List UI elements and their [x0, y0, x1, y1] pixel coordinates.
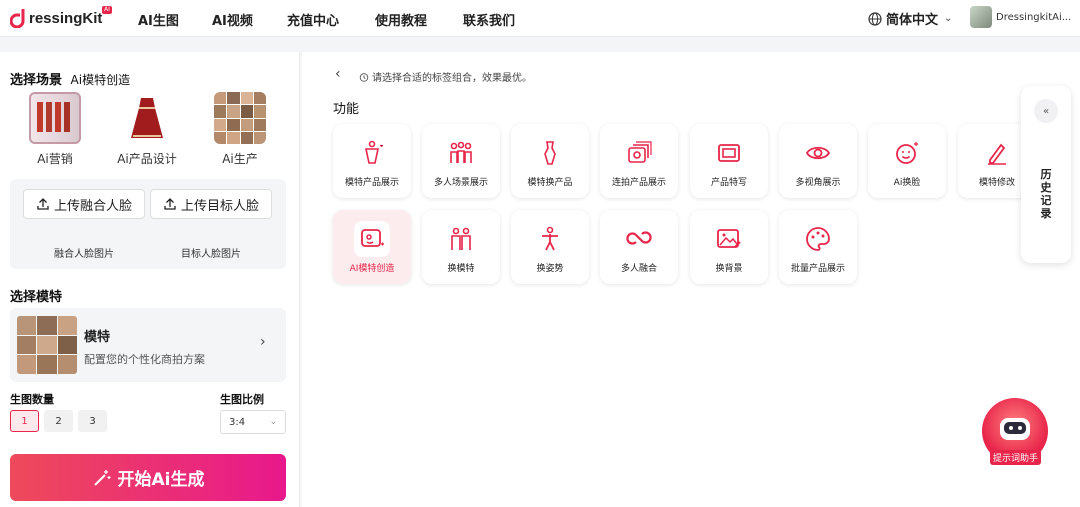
count-option-1[interactable]: 1 — [10, 410, 39, 432]
count-option-3[interactable]: 3 — [78, 410, 107, 432]
model-thumbnail — [17, 316, 77, 374]
upload-icon — [37, 198, 49, 210]
chevron-down-icon: ⌄ — [944, 13, 953, 24]
camera-stack-icon — [621, 135, 657, 171]
count-title: 生图数量 — [10, 393, 54, 406]
smiley-sparkle-icon — [889, 135, 925, 171]
scene-label: Ai营销 — [37, 152, 73, 166]
avatar — [970, 6, 992, 28]
start-generate-button[interactable]: 开始Ai生成 — [10, 454, 286, 501]
pencil-icon — [979, 135, 1015, 171]
collapse-icon[interactable]: « — [1034, 99, 1058, 123]
scene-ai-production[interactable]: Ai生产 — [210, 92, 270, 167]
card-product-closeup[interactable]: 产品特写 — [690, 124, 768, 198]
dress-form-icon — [532, 135, 568, 171]
group-icon — [443, 135, 479, 171]
card-swap-model[interactable]: 换模特 — [422, 210, 500, 284]
model-stand-icon — [354, 135, 390, 171]
scene-title: 选择场景 Ai模特创造 — [10, 73, 131, 88]
model-selector-card[interactable]: 模特 配置您的个性化商拍方案 › — [10, 308, 286, 382]
scene-marketing-image — [29, 92, 81, 144]
globe-icon — [868, 11, 882, 26]
chevron-right-icon: › — [260, 334, 266, 350]
card-multi-view-show[interactable]: 多视角展示 — [779, 124, 857, 198]
logo-icon — [9, 8, 28, 29]
card-multi-person-scene[interactable]: 多人场景展示 — [422, 124, 500, 198]
language-selector[interactable]: 简体中文 ⌄ — [868, 9, 952, 28]
card-swap-background[interactable]: 换背景 — [690, 210, 768, 284]
upload-face-box: 上传融合人脸 上传目标人脸 融合人脸图片 目标人脸图片 — [10, 179, 286, 269]
card-ai-model-create[interactable]: AI模特创造 — [333, 210, 411, 284]
hint-text: 请选择合适的标签组合，效果最优。 — [359, 69, 532, 84]
dress-image — [121, 92, 173, 144]
language-label: 简体中文 — [886, 13, 939, 28]
nav-contact[interactable]: 联系我们 — [463, 10, 515, 29]
ratio-select[interactable]: 3:4 ⌄ — [220, 410, 286, 434]
scene-ai-marketing[interactable]: Ai营销 — [25, 92, 85, 167]
model-title: 选择模特 — [10, 290, 63, 305]
target-face-label: 目标人脸图片 — [181, 249, 241, 260]
nav-ai-image[interactable]: AI生图 — [138, 10, 179, 29]
id-card-icon — [354, 221, 390, 257]
card-swap-pose[interactable]: 换姿势 — [511, 210, 589, 284]
model-name: 模特 — [84, 330, 111, 345]
upload-fusion-face-button[interactable]: 上传融合人脸 — [23, 189, 145, 219]
frame-icon — [711, 135, 747, 171]
logo[interactable]: ressingKit AI — [9, 6, 112, 30]
pose-icon — [532, 221, 568, 257]
card-batch-product-show[interactable]: 批量产品展示 — [779, 210, 857, 284]
alarm-icon — [359, 72, 369, 82]
card-ai-face-swap[interactable]: Ai换脸 — [868, 124, 946, 198]
nav-ai-video[interactable]: AI视频 — [212, 10, 253, 29]
count-option-2[interactable]: 2 — [44, 410, 73, 432]
user-menu[interactable]: DressingkitAi... — [970, 6, 1071, 28]
history-panel[interactable]: « 历史记录 — [1021, 86, 1071, 263]
card-model-swap-product[interactable]: 模特换产品 — [511, 124, 589, 198]
scene-ai-product-design[interactable]: Ai产品设计 — [117, 92, 177, 167]
back-arrow-icon[interactable]: ‹ — [335, 66, 341, 82]
chevron-down-icon: ⌄ — [269, 417, 277, 427]
link-icon — [621, 221, 657, 257]
model-description: 配置您的个性化商拍方案 — [84, 353, 205, 366]
palette-icon — [800, 221, 836, 257]
two-people-icon — [443, 221, 479, 257]
card-burst-product-show[interactable]: 连拍产品展示 — [600, 124, 678, 198]
scene-label: Ai产品设计 — [117, 152, 177, 166]
logo-badge: AI — [102, 6, 112, 14]
faces-grid-image — [214, 92, 266, 144]
top-bar: ressingKit AI AI生图 AI视频 充值中心 使用教程 联系我们 简… — [0, 0, 1080, 37]
card-multi-person-fusion[interactable]: 多人融合 — [600, 210, 678, 284]
ratio-title: 生图比例 — [220, 393, 264, 406]
scene-label: Ai生产 — [222, 152, 258, 166]
upload-target-face-button[interactable]: 上传目标人脸 — [150, 189, 272, 219]
scene-subtitle: Ai模特创造 — [70, 73, 131, 87]
function-title: 功能 — [333, 102, 360, 117]
card-model-product-show[interactable]: 模特产品展示 — [333, 124, 411, 198]
nav-tutorial[interactable]: 使用教程 — [375, 10, 427, 29]
image-edit-icon — [711, 221, 747, 257]
left-panel: 选择场景 Ai模特创造 Ai营销 Ai产品设计 Ai生产 上传融合人脸 上传目标… — [0, 52, 300, 507]
logo-text: ressingKit — [29, 9, 103, 27]
history-label: 历史记录 — [1040, 168, 1052, 220]
prompt-assistant-label: 提示词助手 — [990, 450, 1042, 465]
eye-icon — [800, 135, 836, 171]
username: DressingkitAi... — [996, 11, 1072, 23]
upload-icon — [164, 198, 176, 210]
magic-wand-icon — [93, 469, 110, 486]
nav-recharge[interactable]: 充值中心 — [287, 10, 339, 29]
fusion-face-label: 融合人脸图片 — [54, 249, 114, 260]
